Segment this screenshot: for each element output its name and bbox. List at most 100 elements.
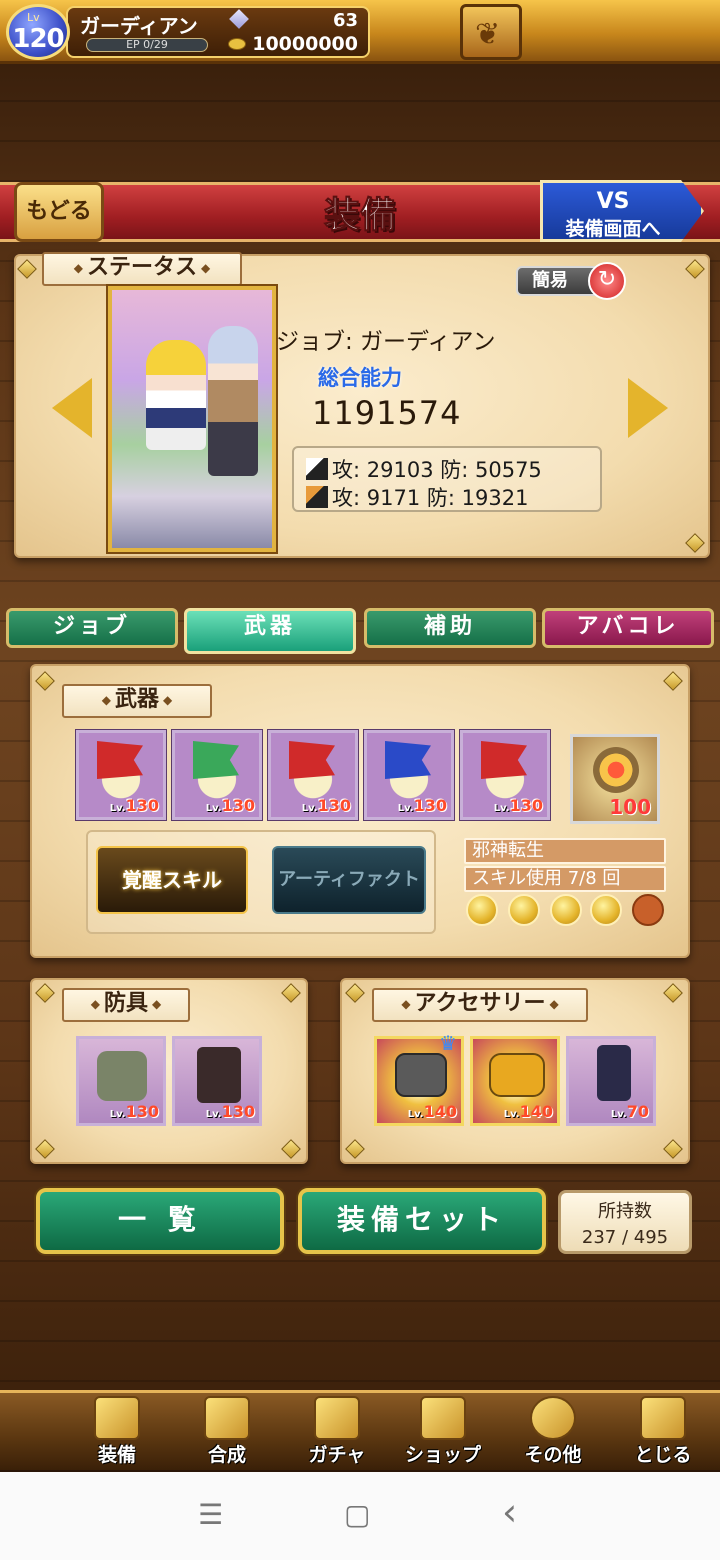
nav-close[interactable]: とじる [608,1394,718,1468]
artifact-level: 100 [609,795,651,819]
boots-icon [597,1045,631,1101]
party-book-button[interactable]: ❦ [460,4,522,60]
accessory-level: Lv.70 [611,1102,649,1121]
nav-other[interactable]: その他 [498,1394,608,1468]
level-prefix: Lv. [610,1109,627,1120]
nav-shop[interactable]: ショップ [388,1394,498,1468]
nav-label: 装備 [97,1444,136,1466]
gear-icon [530,1396,576,1440]
legwear-icon [197,1047,241,1103]
weapon-flag-icon [481,741,527,779]
close-icon [640,1396,686,1440]
equipment-icon [94,1396,140,1440]
level-prefix: Lv. [301,803,318,814]
vs-equipment-button[interactable]: VS 装備画面へ [540,180,704,242]
tab-support[interactable]: 補助 [364,608,536,648]
weapon-level-value: 130 [125,796,159,815]
nav-equipment[interactable]: 装備 [62,1394,172,1468]
character-figure [208,326,258,476]
ep-bar: EP 0/29 [86,38,208,52]
total-power-value: 1191574 [312,394,462,432]
level-prefix: Lv. [407,1109,424,1120]
vs-sub-label: 装備画面へ [565,218,661,240]
sword-icon [306,458,328,480]
artifact-button[interactable]: アーティファクト [272,846,426,914]
prev-arrow-icon[interactable] [52,378,92,438]
skill-charge-dot [590,894,622,926]
level-prefix: Lv. [397,803,414,814]
level-prefix: Lv. [205,1109,222,1120]
weapon-slot[interactable]: Lv.130 [172,730,262,820]
next-arrow-icon[interactable] [628,378,668,438]
accessory-slot-2[interactable]: Lv.140 [470,1036,560,1126]
home-icon[interactable]: ▢ [344,1498,370,1531]
level-label: Lv [27,11,40,24]
beast-icon [489,1053,545,1097]
accessory-slot-3[interactable]: Lv.70 [566,1036,656,1126]
crown-icon: ♛ [439,1031,457,1055]
nav-label: とじる [634,1444,692,1466]
level-value: 120 [12,24,64,54]
level-prefix: Lv. [109,803,126,814]
crystal-icon [420,1396,466,1440]
book-icon: ❦ [475,17,501,52]
nav-synthesis[interactable]: 合成 [172,1394,282,1468]
nav-label: ショップ [404,1444,481,1466]
awakening-skill-button[interactable]: 覚醒スキル [96,846,248,914]
nav-label: ガチャ [308,1444,366,1466]
level-prefix: Lv. [493,803,510,814]
gacha-icon [314,1396,360,1440]
weapon-level-value: 130 [509,796,543,815]
back-button[interactable]: もどる [14,182,104,242]
weapon-level-value: 130 [221,796,255,815]
level-prefix: Lv. [109,1109,126,1120]
character-portrait[interactable] [108,286,276,552]
weapon-level: Lv.130 [398,796,447,815]
weapon-flag-icon [193,741,239,779]
armor-level-value: 130 [221,1102,255,1121]
weapon-flag-icon [385,741,431,779]
magic-stat-row: 攻: 9171 防: 19321 [306,482,528,512]
accessory-level: Lv.140 [504,1102,553,1121]
tab-job[interactable]: ジョブ [6,608,178,648]
weapon-level: Lv.130 [206,796,255,815]
weapon-level: Lv.130 [302,796,351,815]
status-tag: ステータス [42,252,242,286]
refresh-icon[interactable]: ↻ [588,262,626,300]
helmet-icon [395,1053,447,1097]
equipment-set-button[interactable]: 装備セット [298,1188,546,1254]
weapon-flag-icon [289,741,335,779]
skill-charge-dot [466,894,498,926]
menu-icon[interactable]: ☰ [198,1498,223,1531]
artifact-slot[interactable]: 100 [570,734,660,824]
weapon-level: Lv.130 [110,796,159,815]
list-button[interactable]: 一 覧 [36,1188,284,1254]
character-figure [146,340,206,450]
skill-charge-dot [508,894,540,926]
weapon-level: Lv.130 [494,796,543,815]
skill-usage: スキル使用 7/8 回 [464,866,666,892]
accessory-level-value: 140 [423,1102,457,1121]
accessory-slot-1[interactable]: ♛ Lv.140 [374,1031,464,1126]
armor-icon [97,1051,147,1101]
weapon-slot[interactable]: Lv.130 [364,730,454,820]
total-power-label: 総合能力 [318,366,402,390]
armor-level: Lv.130 [206,1102,255,1121]
armor-slot-body[interactable]: Lv.130 [76,1036,166,1126]
weapon-level-value: 130 [413,796,447,815]
tab-weapon[interactable]: 武器 [184,608,356,654]
stat-box: 攻: 29103 防: 50575 攻: 9171 防: 19321 [292,446,602,512]
back-icon[interactable]: ‹ [502,1490,517,1534]
armor-slot-legs[interactable]: Lv.130 [172,1036,262,1126]
weapon-slot[interactable]: Lv.130 [268,730,358,820]
tab-avatar-collection[interactable]: アバコレ [542,608,714,648]
nav-gacha[interactable]: ガチャ [282,1394,392,1468]
nav-label: その他 [524,1444,582,1466]
level-prefix: Lv. [503,1109,520,1120]
accessory-level-value: 140 [519,1102,553,1121]
armor-level: Lv.130 [110,1102,159,1121]
accessory-level: Lv.140 [408,1102,457,1121]
magic-stats: 攻: 9171 防: 19321 [332,486,529,510]
weapon-slot[interactable]: Lv.130 [76,730,166,820]
weapon-slot[interactable]: Lv.130 [460,730,550,820]
